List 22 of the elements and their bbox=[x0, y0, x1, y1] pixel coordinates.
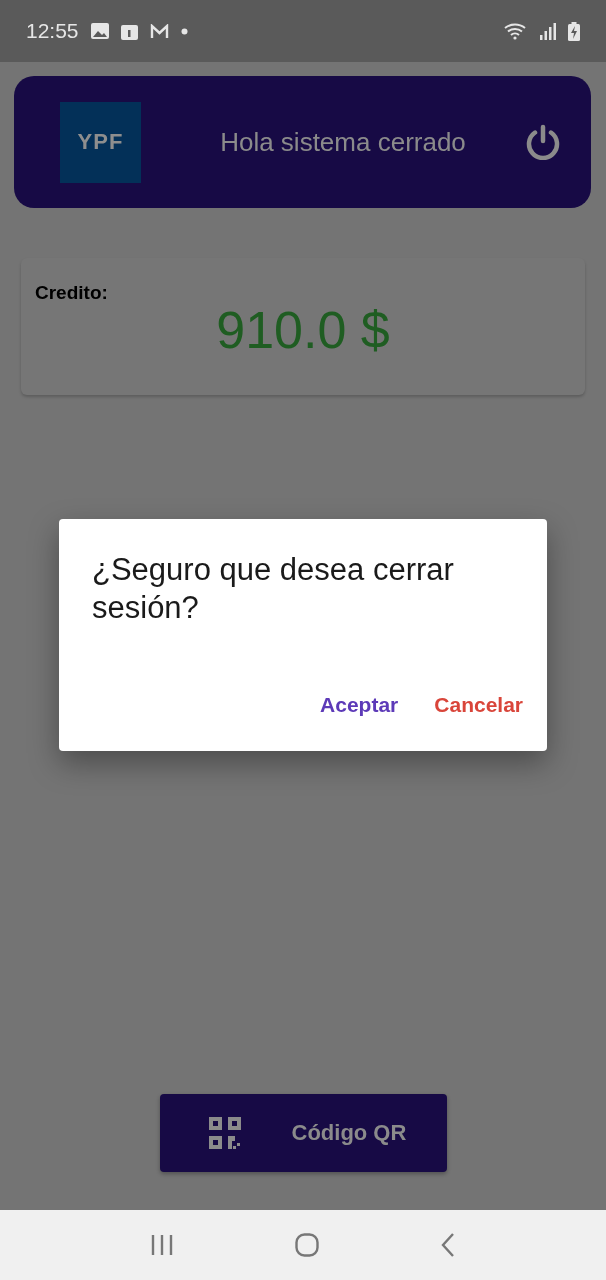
credit-label: Credito: bbox=[35, 282, 108, 304]
clock: 12:55 bbox=[26, 19, 79, 43]
wifi-icon bbox=[504, 22, 528, 40]
battery-icon bbox=[568, 21, 580, 41]
cancel-button[interactable]: Cancelar bbox=[434, 693, 523, 717]
image-icon bbox=[90, 23, 109, 39]
logo: YPF bbox=[60, 101, 141, 183]
mail-icon bbox=[149, 23, 169, 39]
power-button[interactable] bbox=[525, 124, 561, 160]
back-icon[interactable] bbox=[441, 1233, 455, 1257]
power-icon bbox=[525, 124, 561, 160]
accept-button[interactable]: Aceptar bbox=[320, 693, 399, 717]
qr-code-icon bbox=[208, 1117, 241, 1149]
signal-icon bbox=[540, 22, 556, 40]
dialog-message: ¿Seguro que desea cerrar sesión? bbox=[92, 551, 455, 627]
recent-apps-icon[interactable] bbox=[151, 1235, 173, 1255]
calendar-icon bbox=[120, 22, 138, 40]
greeting: Hola sistema cerrado bbox=[219, 126, 467, 158]
dot-icon bbox=[180, 27, 188, 35]
qr-code-button[interactable]: Código QR bbox=[159, 1094, 447, 1172]
credit-amount: 910.0 $ bbox=[216, 300, 390, 360]
home-icon[interactable] bbox=[295, 1233, 319, 1257]
